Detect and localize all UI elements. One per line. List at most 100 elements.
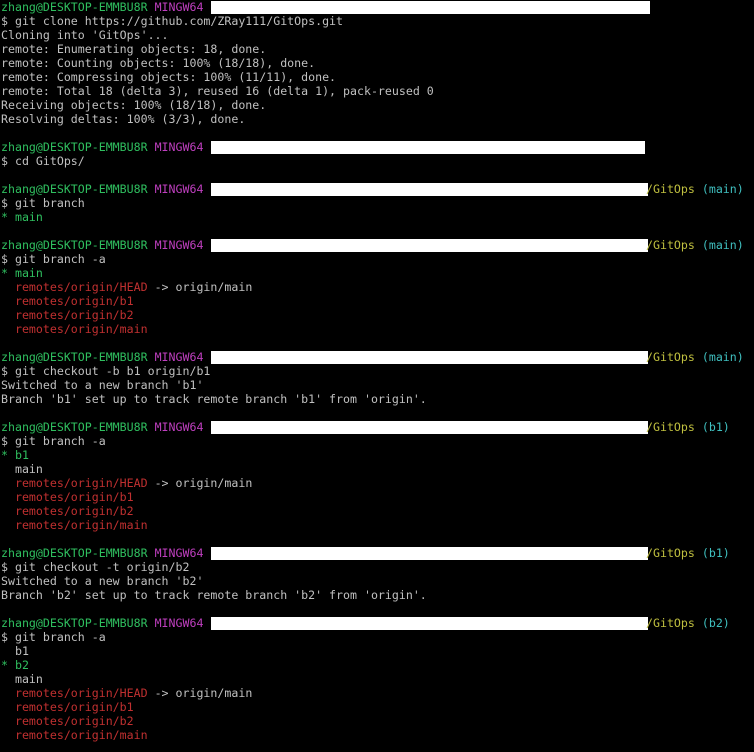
output-suffix: -> origin/main bbox=[147, 280, 253, 294]
prompt-user-host: zhang@DESKTOP-EMMBU8R bbox=[1, 350, 148, 364]
output-line: remotes/origin/main bbox=[1, 518, 754, 532]
output-line: b1 bbox=[1, 644, 754, 658]
output-line: remotes/origin/b1 bbox=[1, 490, 754, 504]
output-line: Switched to a new branch 'b2' bbox=[1, 574, 754, 588]
output-line: remotes/origin/b1 bbox=[1, 700, 754, 714]
output-text: Switched to a new branch 'b1' bbox=[1, 378, 204, 392]
output-text: remotes/origin/b2 bbox=[1, 504, 134, 518]
prompt-shell: MINGW64 bbox=[154, 0, 204, 14]
output-line: remotes/origin/b2 bbox=[1, 504, 754, 518]
command-text: $ git branch -a bbox=[1, 630, 106, 644]
output-text: Cloning into 'GitOps'... bbox=[1, 28, 169, 42]
output-line: remotes/origin/b2 bbox=[1, 714, 754, 728]
output-line: main bbox=[1, 462, 754, 476]
prompt-line: zhang@DESKTOP-EMMBU8R MINGW64/GitOps (b1… bbox=[1, 420, 754, 434]
prompt-user-host: zhang@DESKTOP-EMMBU8R bbox=[1, 546, 148, 560]
output-text: remotes/origin/b2 bbox=[1, 714, 134, 728]
prompt-user-host: zhang@DESKTOP-EMMBU8R bbox=[1, 616, 148, 630]
prompt-line: zhang@DESKTOP-EMMBU8R MINGW64 bbox=[1, 140, 754, 154]
prompt-line: zhang@DESKTOP-EMMBU8R MINGW64/GitOps (ma… bbox=[1, 182, 754, 196]
output-line: remote: Total 18 (delta 3), reused 16 (d… bbox=[1, 84, 754, 98]
output-line: remote: Compressing objects: 100% (11/11… bbox=[1, 70, 754, 84]
prompt-line: zhang@DESKTOP-EMMBU8R MINGW64/GitOps (ma… bbox=[1, 350, 754, 364]
output-line: remotes/origin/HEAD -> origin/main bbox=[1, 476, 754, 490]
output-text: remotes/origin/b1 bbox=[1, 700, 134, 714]
output-line: remotes/origin/HEAD -> origin/main bbox=[1, 686, 754, 700]
command-line: $ git branch -a bbox=[1, 252, 754, 266]
output-line: * main bbox=[1, 210, 754, 224]
redacted-path-box bbox=[211, 239, 648, 252]
command-text: $ git checkout -t origin/b2 bbox=[1, 560, 190, 574]
command-text: $ git branch bbox=[1, 196, 85, 210]
output-text: * main bbox=[1, 210, 43, 224]
prompt-path-wrap: /GitOps (main) bbox=[646, 350, 744, 364]
command-line: $ git checkout -t origin/b2 bbox=[1, 560, 754, 574]
command-line: $ cd GitOps/ bbox=[1, 154, 754, 168]
redacted-path-box bbox=[211, 141, 645, 154]
output-suffix: -> origin/main bbox=[147, 686, 253, 700]
output-line: Switched to a new branch 'b1' bbox=[1, 378, 754, 392]
output-text: * b2 bbox=[1, 658, 29, 672]
prompt-user-host: zhang@DESKTOP-EMMBU8R bbox=[1, 420, 148, 434]
output-text: Switched to a new branch 'b2' bbox=[1, 574, 204, 588]
command-line: $ git clone https://github.com/ZRay111/G… bbox=[1, 14, 754, 28]
command-text: $ git checkout -b b1 origin/b1 bbox=[1, 364, 211, 378]
prompt-path: /GitOps bbox=[646, 350, 695, 364]
prompt-user-host: zhang@DESKTOP-EMMBU8R bbox=[1, 182, 148, 196]
prompt-branch: (b1) bbox=[701, 420, 730, 434]
output-line: remotes/origin/main bbox=[1, 728, 754, 742]
prompt-user-host: zhang@DESKTOP-EMMBU8R bbox=[1, 140, 148, 154]
prompt-path-wrap: /GitOps (b1) bbox=[646, 546, 730, 560]
redacted-path-box bbox=[211, 1, 650, 14]
output-text: main bbox=[1, 672, 43, 686]
prompt-branch: (b2) bbox=[701, 616, 730, 630]
output-text: * b1 bbox=[1, 448, 29, 462]
prompt-shell: MINGW64 bbox=[154, 616, 204, 630]
output-text: main bbox=[1, 462, 43, 476]
output-line: * b1 bbox=[1, 448, 754, 462]
output-line: remotes/origin/HEAD -> origin/main bbox=[1, 280, 754, 294]
redacted-path-box bbox=[211, 351, 648, 364]
prompt-shell: MINGW64 bbox=[154, 140, 204, 154]
output-text: Receiving objects: 100% (18/18), done. bbox=[1, 98, 267, 112]
output-line: remote: Enumerating objects: 18, done. bbox=[1, 42, 754, 56]
output-text: remotes/origin/HEAD bbox=[1, 686, 148, 700]
output-text: remote: Counting objects: 100% (18/18), … bbox=[1, 56, 316, 70]
output-line: remote: Counting objects: 100% (18/18), … bbox=[1, 56, 754, 70]
prompt-shell: MINGW64 bbox=[154, 420, 204, 434]
output-line: Branch 'b1' set up to track remote branc… bbox=[1, 392, 754, 406]
prompt-line: zhang@DESKTOP-EMMBU8R MINGW64 bbox=[1, 0, 754, 14]
prompt-path: /GitOps bbox=[646, 182, 695, 196]
terminal-window[interactable]: zhang@DESKTOP-EMMBU8R MINGW64 $ git clone… bbox=[0, 0, 754, 752]
redacted-path-box bbox=[211, 547, 648, 560]
output-line: Receiving objects: 100% (18/18), done. bbox=[1, 98, 754, 112]
output-text: remotes/origin/b1 bbox=[1, 490, 134, 504]
output-text: remotes/origin/HEAD bbox=[1, 280, 148, 294]
prompt-user-host: zhang@DESKTOP-EMMBU8R bbox=[1, 238, 148, 252]
output-line: Cloning into 'GitOps'... bbox=[1, 28, 754, 42]
output-line: remotes/origin/b1 bbox=[1, 294, 754, 308]
prompt-shell: MINGW64 bbox=[154, 350, 204, 364]
command-text: $ git clone https://github.com/ZRay111/G… bbox=[1, 14, 344, 28]
output-line: remotes/origin/main bbox=[1, 322, 754, 336]
output-text: Branch 'b1' set up to track remote branc… bbox=[1, 392, 427, 406]
output-text: * main bbox=[1, 266, 43, 280]
output-text: remotes/origin/main bbox=[1, 518, 148, 532]
prompt-path: /GitOps bbox=[646, 616, 695, 630]
output-text: remotes/origin/main bbox=[1, 322, 148, 336]
command-line: $ git branch -a bbox=[1, 630, 754, 644]
redacted-path-box bbox=[211, 183, 648, 196]
prompt-line: zhang@DESKTOP-EMMBU8R MINGW64/GitOps (b2… bbox=[1, 616, 754, 630]
prompt-path-wrap: /GitOps (main) bbox=[646, 238, 744, 252]
output-text: b1 bbox=[1, 644, 29, 658]
output-text: remotes/origin/b2 bbox=[1, 308, 134, 322]
output-text: Branch 'b2' set up to track remote branc… bbox=[1, 588, 427, 602]
redacted-path-box bbox=[211, 617, 648, 630]
prompt-user-host: zhang@DESKTOP-EMMBU8R bbox=[1, 0, 148, 14]
output-text: remotes/origin/b1 bbox=[1, 294, 134, 308]
